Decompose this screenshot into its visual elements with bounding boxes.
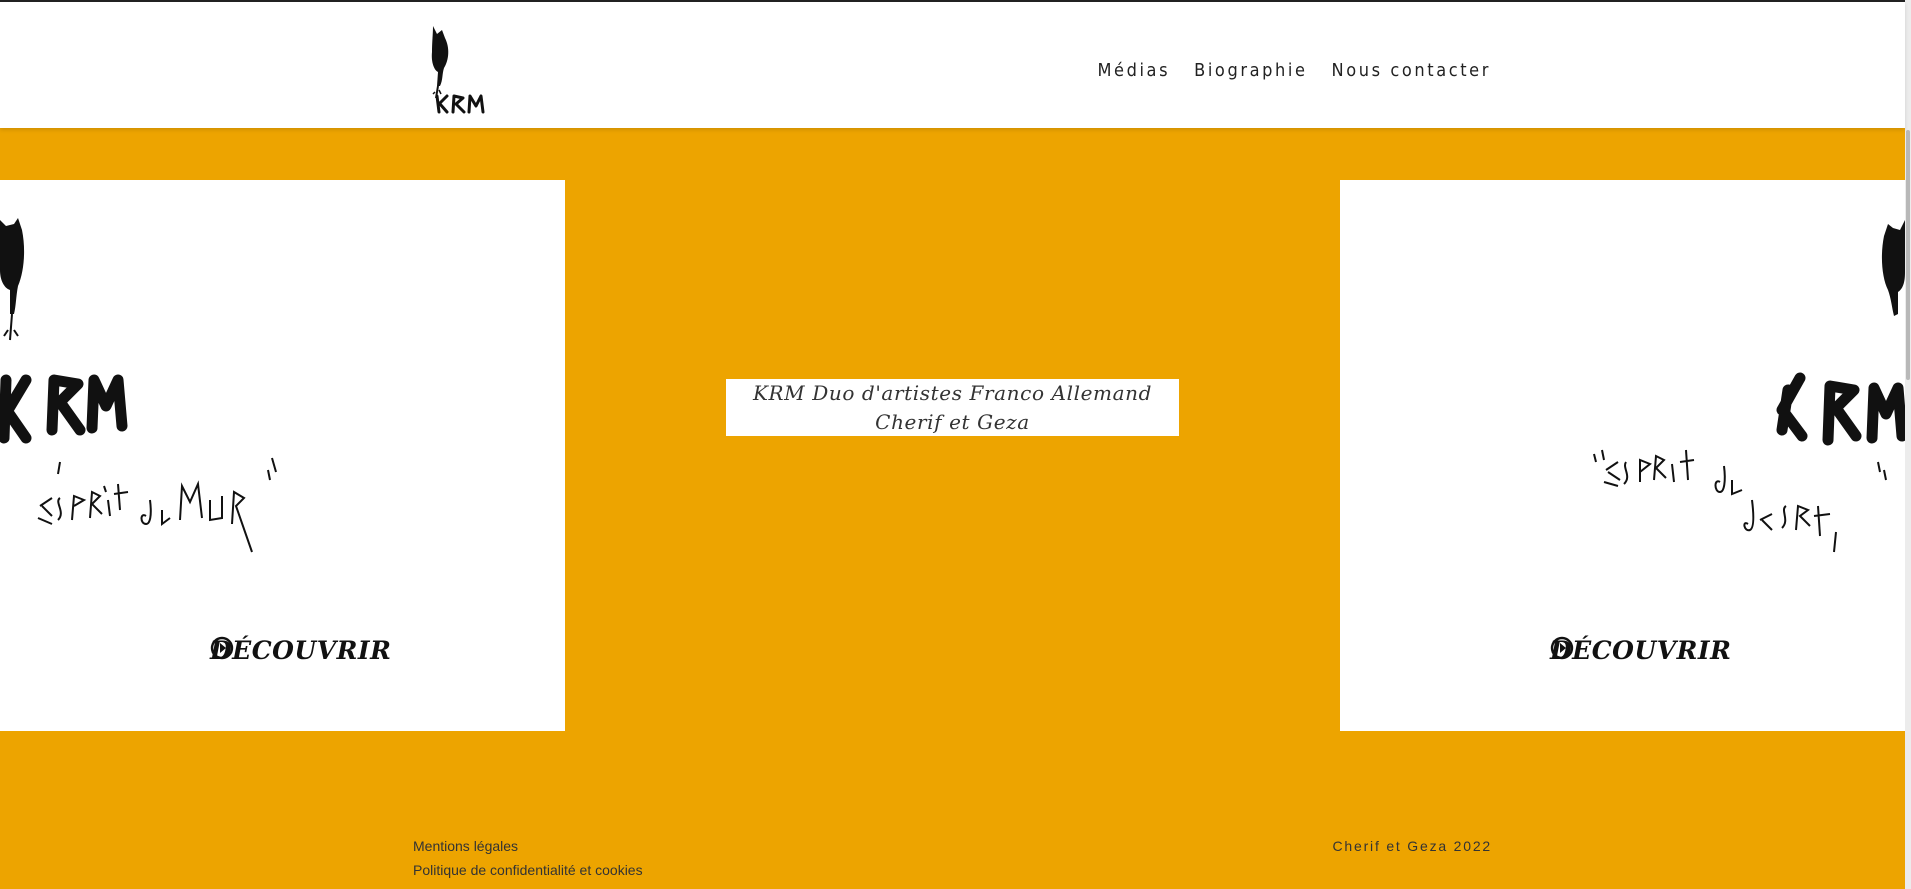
- intro-line-1: KRM Duo d'artistes Franco Allemand: [752, 381, 1152, 405]
- privacy-policy-link[interactable]: Politique de confidentialité et cookies: [413, 862, 643, 878]
- scrollbar-thumb[interactable]: [1906, 130, 1910, 380]
- discover-label: DÉCOUVRIR: [1550, 636, 1732, 665]
- mentions-legales-link[interactable]: Mentions légales: [413, 838, 518, 854]
- site-header: Médias Biographie Nous contacter: [0, 2, 1905, 128]
- artwork-card-esprit-du-mur[interactable]: DÉCOUVRIR: [0, 180, 565, 731]
- nav-medias[interactable]: Médias: [1097, 60, 1170, 81]
- discover-button-left[interactable]: DÉCOUVRIR: [210, 636, 391, 665]
- intro-text-box: KRM Duo d'artistes Franco Allemand Cheri…: [726, 379, 1179, 436]
- discover-button-right[interactable]: DÉCOUVRIR: [1550, 636, 1731, 665]
- discover-label: DÉCOUVRIR: [210, 636, 392, 665]
- krm-logo[interactable]: [425, 24, 495, 116]
- nav-contact[interactable]: Nous contacter: [1332, 60, 1491, 81]
- nav-biographie[interactable]: Biographie: [1194, 60, 1307, 81]
- copyright-text: Cherif et Geza 2022: [1332, 838, 1492, 854]
- play-circle-icon: [1550, 636, 1574, 660]
- main-nav: Médias Biographie Nous contacter: [1097, 60, 1491, 81]
- artwork-card-esprit-du-desert[interactable]: DÉCOUVRIR: [1340, 180, 1905, 731]
- intro-line-2: Cherif et Geza: [875, 410, 1030, 434]
- play-circle-icon: [210, 636, 234, 660]
